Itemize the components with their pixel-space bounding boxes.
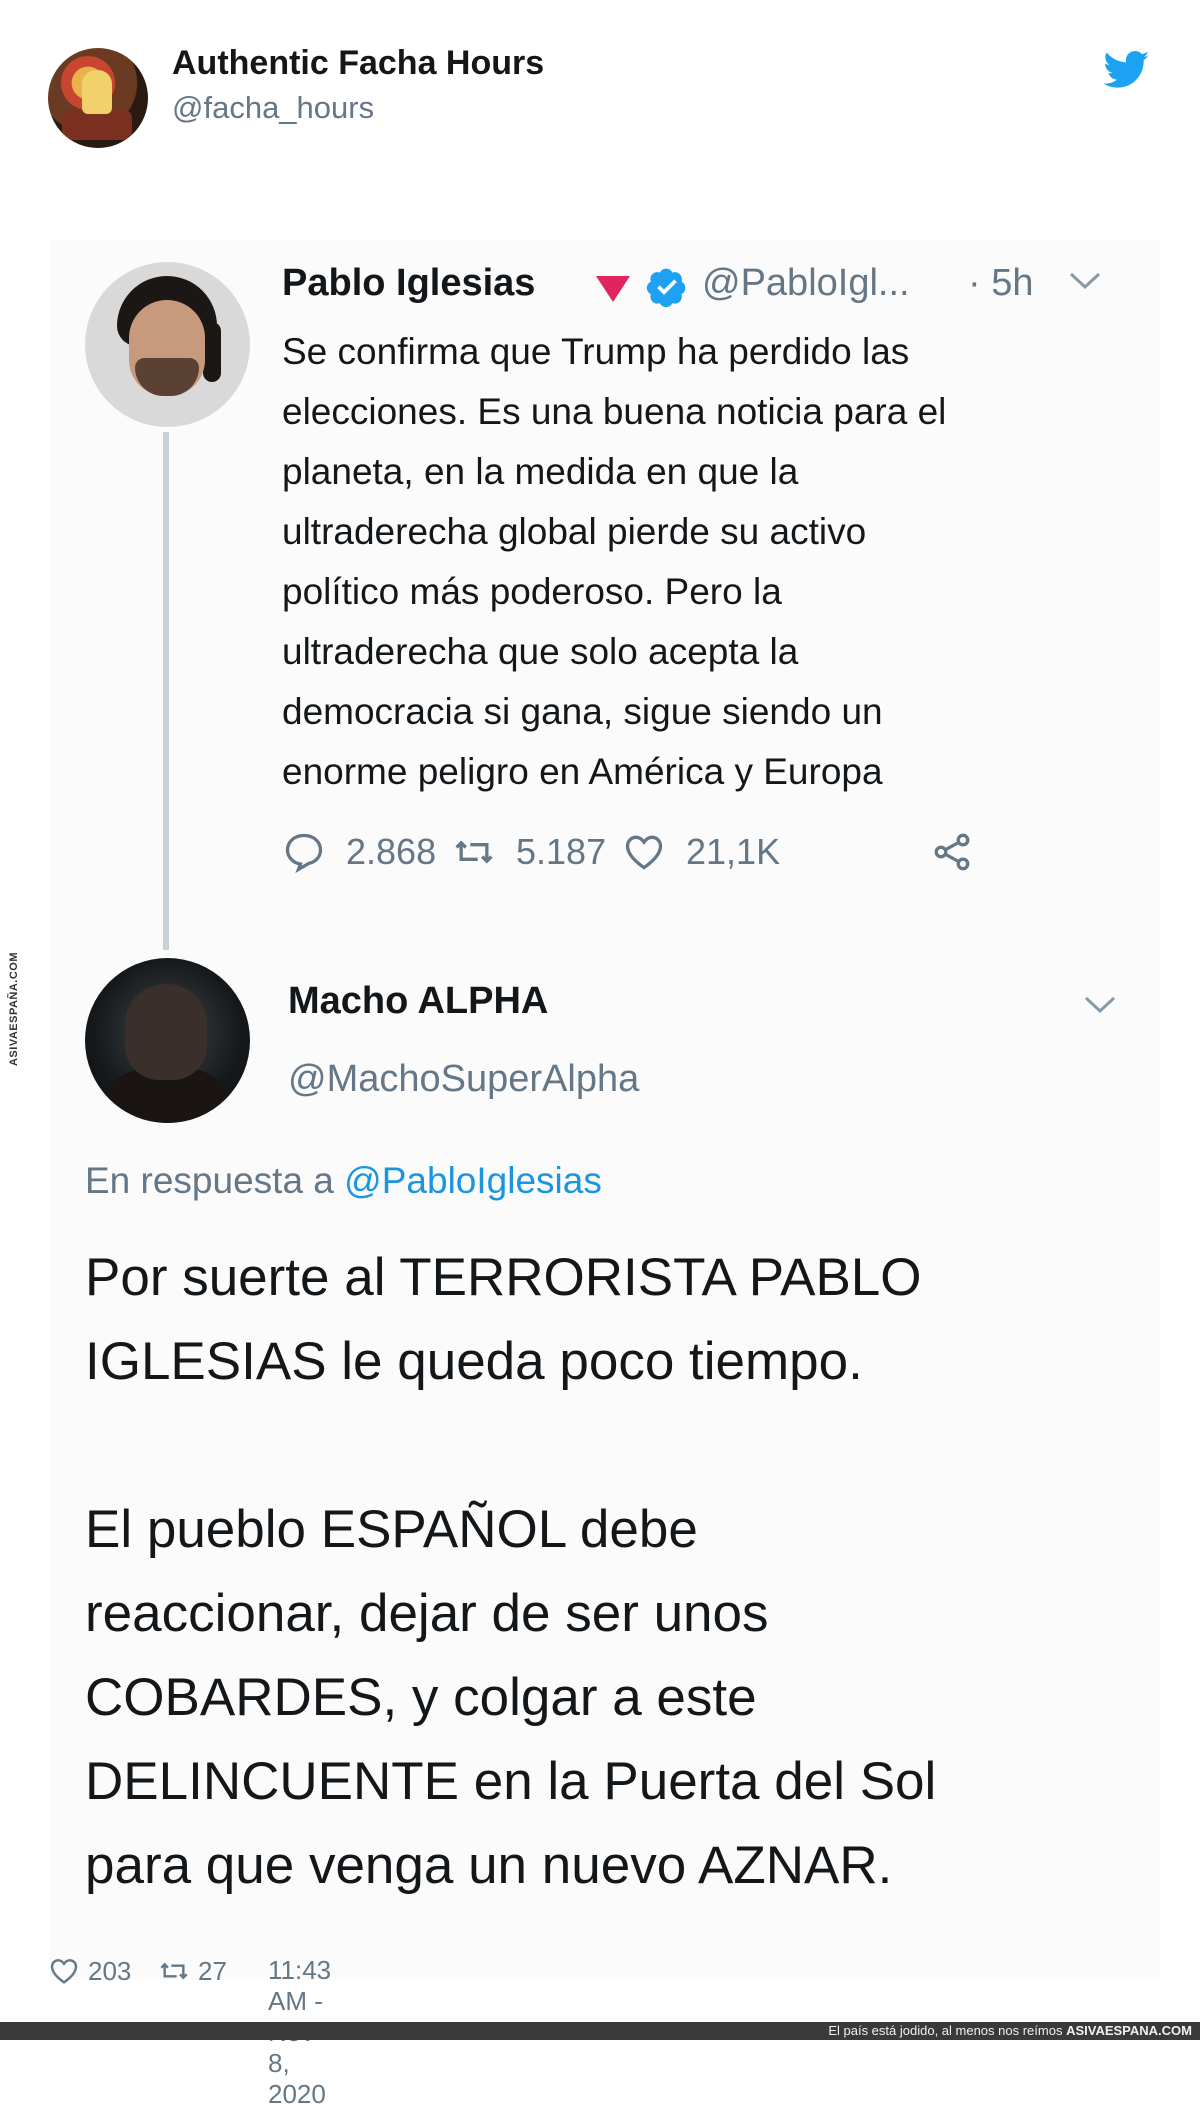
author-name[interactable]: Authentic Facha Hours — [172, 44, 544, 83]
side-watermark-text: ASIVAESPAÑA.COM — [8, 951, 21, 1067]
side-watermark: ASIVAESPAÑA.COM — [0, 948, 28, 1070]
reply-prefix: En respuesta a — [85, 1160, 334, 1201]
bottom-watermark-site: ASIVAESPANA.COM — [1066, 2023, 1192, 2038]
quoted-time[interactable]: · 5h — [968, 262, 1033, 305]
avatar-macho[interactable] — [85, 958, 250, 1123]
reply-tweet-text: Por suerte al TERRORISTA PABLO IGLESIAS … — [85, 1248, 937, 1895]
quoted-author-name[interactable]: Pablo Iglesias — [282, 262, 535, 305]
like-icon — [625, 835, 663, 870]
like-action[interactable]: 21,1K — [622, 830, 780, 874]
like-count: 21,1K — [686, 831, 781, 872]
author-handle[interactable]: @facha_hours — [172, 90, 374, 126]
quoted-tweet-text: Se confirma que Trump ha perdido las ele… — [282, 331, 947, 792]
avatar-graphic — [82, 70, 112, 114]
avatar[interactable] — [48, 48, 148, 148]
retweet-action[interactable]: 5.187 — [452, 830, 606, 874]
verified-badge-icon — [646, 268, 686, 308]
retweet-action[interactable]: 27 — [158, 1955, 227, 1987]
share-action[interactable] — [930, 830, 974, 874]
thread-connector — [163, 432, 169, 950]
retweet-icon — [160, 1962, 188, 1980]
bottom-watermark: El país está jodido, al menos nos reímos… — [828, 2023, 1192, 2038]
like-icon — [50, 1959, 78, 1984]
bottom-watermark-bar: El país está jodido, al menos nos reímos… — [0, 2022, 1200, 2040]
reply-action[interactable]: 2.868 — [282, 830, 436, 874]
retweet-icon — [455, 840, 493, 864]
chevron-down-icon[interactable] — [1068, 270, 1102, 292]
avatar-graphic — [125, 984, 207, 1080]
avatar-pablo[interactable] — [85, 262, 250, 427]
bottom-watermark-text: El país está jodido, al menos nos reímos — [828, 2023, 1063, 2038]
share-icon — [934, 833, 970, 871]
reply-count: 2.868 — [346, 831, 437, 872]
like-count: 203 — [88, 1955, 132, 1986]
avatar-graphic — [62, 110, 132, 140]
reply-context: En respuesta a @PabloIglesias — [85, 1160, 602, 1202]
red-triangle-icon — [596, 276, 630, 302]
chevron-down-icon[interactable] — [1083, 994, 1117, 1016]
reply-icon — [285, 833, 323, 874]
reply-mention-link[interactable]: @PabloIglesias — [344, 1160, 602, 1201]
reply-author-handle[interactable]: @MachoSuperAlpha — [288, 1058, 639, 1101]
reply-author-name[interactable]: Macho ALPHA — [288, 980, 548, 1023]
retweet-count: 5.187 — [516, 831, 607, 872]
like-action[interactable]: 203 — [48, 1955, 131, 1987]
retweet-count: 27 — [198, 1955, 227, 1986]
twitter-bird-icon[interactable] — [1104, 50, 1150, 90]
quoted-author-handle[interactable]: @PabloIgl... — [702, 262, 910, 305]
